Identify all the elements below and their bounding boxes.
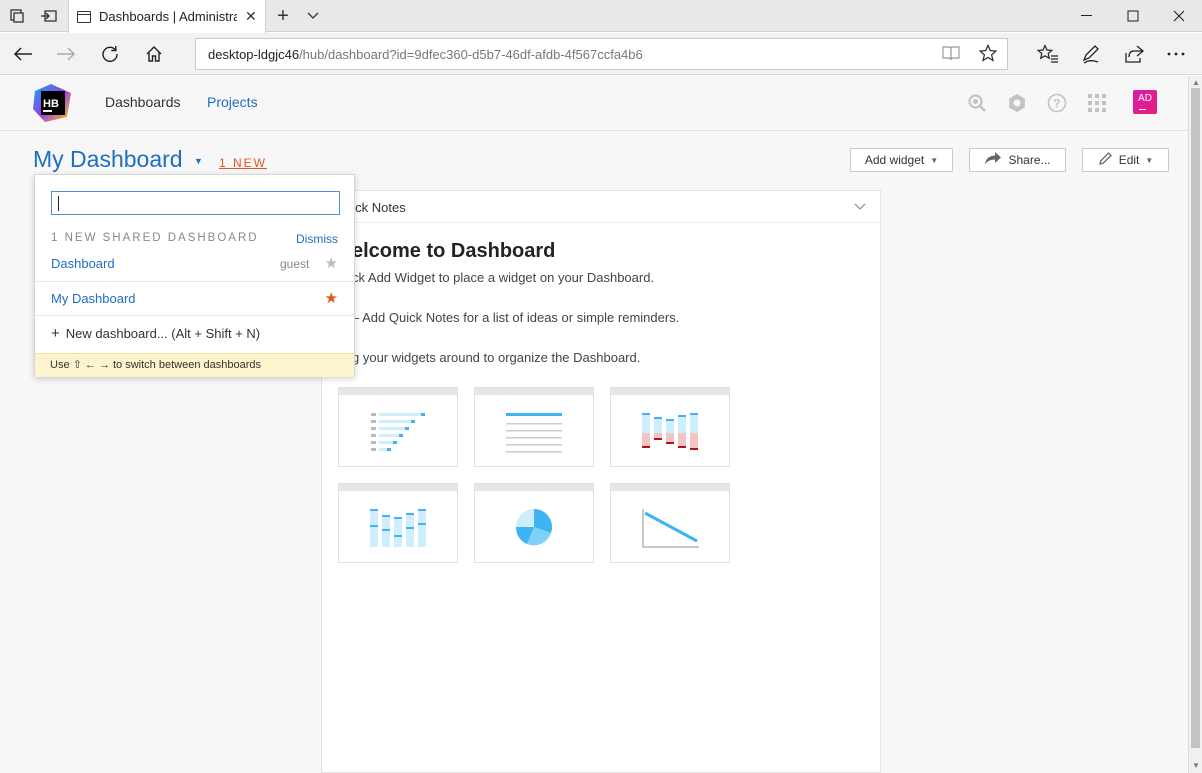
dashboard-caret-icon[interactable]: ▼: [194, 156, 203, 166]
back-icon[interactable]: [5, 37, 41, 71]
logo-text: HB: [43, 98, 59, 110]
share-arrow-icon: [984, 152, 1002, 168]
share-button[interactable]: Share...: [969, 148, 1066, 172]
dashboard-search-input[interactable]: [51, 191, 340, 215]
new-dashboards-badge[interactable]: 1 NEW: [219, 156, 267, 170]
nav-projects[interactable]: Projects: [207, 94, 258, 110]
widget-preview-bars[interactable]: [338, 483, 458, 563]
chevron-down-icon: ▼: [1145, 155, 1154, 165]
active-tab[interactable]: Dashboards | Administra ✕: [68, 0, 266, 33]
plus-icon: +: [51, 325, 60, 342]
collapse-chevron-icon[interactable]: [854, 199, 866, 214]
widget-preview-text[interactable]: [474, 387, 594, 467]
scroll-up-icon[interactable]: ▲: [1192, 78, 1200, 87]
reading-view-icon[interactable]: [941, 45, 961, 64]
quick-notes-widget: uick Notes elcome to Dashboard ck Add Wi…: [321, 190, 881, 773]
nav-dashboards[interactable]: Dashboards: [105, 94, 181, 110]
star-filled-icon[interactable]: ★: [325, 289, 338, 307]
widget-preview-line[interactable]: [610, 483, 730, 563]
scroll-down-icon[interactable]: ▼: [1192, 761, 1200, 770]
user-avatar[interactable]: AD: [1133, 90, 1157, 114]
address-bar[interactable]: desktop-ldgjc46/hub/dashboard?id=9dfec36…: [195, 38, 1008, 70]
set-tabs-aside-icon[interactable]: [34, 0, 64, 32]
new-tab-icon[interactable]: +: [268, 0, 298, 32]
divider: [35, 281, 354, 282]
web-note-icon[interactable]: [1073, 37, 1109, 71]
keyboard-hint: Use ⇧ ← → to switch between dashboards: [35, 353, 354, 377]
widget-preview-list[interactable]: [338, 387, 458, 467]
page-icon: [77, 10, 91, 23]
url-path: /hub/dashboard?id=9dfec360-d5b7-46df-afd…: [299, 46, 643, 62]
favorite-star-icon[interactable]: [978, 43, 998, 65]
search-icon[interactable]: [966, 92, 988, 114]
widget-preview-pie[interactable]: [474, 483, 594, 563]
vertical-scrollbar[interactable]: ▲ ▼: [1188, 76, 1202, 773]
welcome-line-1: ck Add Widget to place a widget on your …: [352, 270, 655, 285]
svg-text:?: ?: [1053, 97, 1060, 111]
diff-chart-preview-icon: [642, 413, 698, 450]
app-header: HB Dashboards Projects ? AD: [0, 76, 1188, 131]
pencil-icon: [1098, 151, 1113, 169]
tab-title: Dashboards | Administra: [99, 9, 237, 24]
my-dashboard-item[interactable]: My Dashboard: [51, 291, 136, 306]
edit-button[interactable]: Edit ▼: [1082, 148, 1169, 172]
chevron-down-icon: ▼: [930, 155, 939, 165]
star-icon[interactable]: ★: [325, 254, 338, 272]
welcome-heading: elcome to Dashboard: [352, 240, 556, 262]
browser-tab-bar: Dashboards | Administra ✕ +: [0, 0, 1202, 33]
line-chart-preview-icon: [642, 509, 699, 548]
list-preview-icon: [371, 413, 425, 451]
welcome-line-2: – Add Quick Notes for a list of ideas or…: [352, 310, 680, 325]
shared-dashboard-item[interactable]: Dashboard: [51, 256, 115, 271]
divider: [35, 315, 354, 316]
share-label: Share...: [1008, 153, 1051, 167]
services-grid-icon[interactable]: [1086, 92, 1108, 114]
new-dashboard-label: New dashboard... (Alt + Shift + N): [65, 326, 261, 341]
text-preview-icon: [506, 413, 562, 453]
widget-header[interactable]: uick Notes: [322, 191, 880, 223]
text-cursor: [58, 196, 59, 211]
home-icon[interactable]: [136, 37, 172, 71]
tab-actions-icon[interactable]: [2, 0, 32, 32]
shared-dashboard-owner: guest: [280, 257, 310, 271]
hub-logo[interactable]: HB: [33, 83, 73, 123]
edit-label: Edit: [1118, 153, 1140, 167]
new-dashboard-item[interactable]: + New dashboard... (Alt + Shift + N): [51, 325, 260, 342]
forward-icon[interactable]: [48, 37, 84, 71]
favorites-hub-icon[interactable]: [1030, 37, 1066, 71]
add-widget-label: Add widget: [864, 153, 925, 167]
minimize-icon[interactable]: [1064, 0, 1110, 32]
maximize-icon[interactable]: [1110, 0, 1156, 32]
tab-preview-chevron-icon[interactable]: [298, 0, 328, 32]
refresh-icon[interactable]: [92, 37, 128, 71]
pie-preview-icon: [515, 508, 553, 546]
app-area: HB Dashboards Projects ? AD My Dashboard…: [0, 76, 1188, 773]
more-icon[interactable]: [1158, 37, 1194, 71]
dashboard-switcher-dropdown: 1 NEW SHARED DASHBOARD Dismiss Dashboard…: [34, 174, 355, 377]
add-widget-button[interactable]: Add widget ▼: [850, 148, 953, 172]
settings-gear-icon[interactable]: [1006, 92, 1028, 114]
bars-preview-icon: [370, 509, 426, 547]
scrollbar-thumb[interactable]: [1191, 88, 1200, 748]
dashboard-title[interactable]: My Dashboard: [33, 146, 183, 173]
close-tab-icon[interactable]: ✕: [245, 8, 257, 25]
close-window-icon[interactable]: [1156, 0, 1202, 32]
help-icon[interactable]: ?: [1046, 92, 1068, 114]
welcome-line-3: g your widgets around to organize the Da…: [352, 350, 641, 365]
url-host: desktop-ldgjc46: [208, 46, 300, 62]
shared-section-label: 1 NEW SHARED DASHBOARD: [51, 232, 259, 244]
widget-preview-diff-chart[interactable]: [610, 387, 730, 467]
dismiss-link[interactable]: Dismiss: [296, 232, 338, 246]
share-browser-icon[interactable]: [1116, 37, 1152, 71]
browser-nav-bar: desktop-ldgjc46/hub/dashboard?id=9dfec36…: [0, 33, 1202, 75]
